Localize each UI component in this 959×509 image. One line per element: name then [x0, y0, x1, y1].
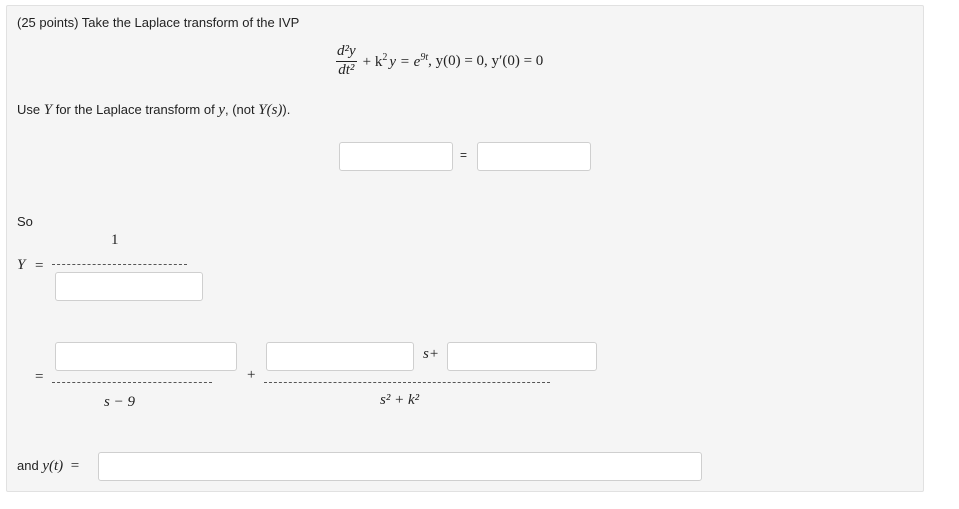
first-denominator: s − 9 [104, 394, 135, 410]
equation-part-a: + k2 [362, 51, 388, 70]
second-numerator-input-a[interactable] [266, 342, 414, 371]
derivative-fraction: d²y dt² [336, 43, 357, 79]
transform-left-input[interactable] [339, 142, 453, 171]
first-numerator-input[interactable] [55, 342, 237, 371]
question-intro: (25 points) Take the Laplace transform o… [17, 15, 300, 30]
Y-fraction-bar [52, 264, 187, 265]
instruction-end: ). [282, 102, 291, 117]
transform-equals-sign: = [460, 148, 468, 162]
instruction-prefix: Use [17, 102, 41, 117]
transform-right-input[interactable] [477, 142, 591, 171]
instruction-y: y [218, 102, 225, 118]
equation-initial-conditions: , y(0) = 0, y′(0) = 0 [428, 52, 544, 69]
instruction-not: , (not [225, 102, 255, 117]
Y-label: Y [17, 257, 26, 273]
instruction-line: Use Y for the Laplace transform of y, (n… [17, 102, 290, 119]
so-label: So [17, 214, 33, 229]
answer-input[interactable] [98, 452, 702, 481]
instruction-mid: for the Laplace transform of [55, 102, 215, 117]
ivp-equation: d²y dt² + k2 y = e9t , y(0) = 0, y′(0) =… [336, 43, 544, 79]
plus-sign: + [247, 367, 256, 383]
s-plus-label: s+ [423, 346, 439, 362]
Y-denominator-input[interactable] [55, 272, 203, 301]
second-fraction-bar [264, 382, 550, 383]
instruction-Ys: Y(s) [258, 102, 283, 118]
derivative-denominator: dt² [338, 61, 355, 78]
answer-label: and y(t) = [17, 458, 79, 475]
Y-equals-sign: = [35, 258, 44, 274]
equation-part-b: y = e9t [389, 51, 429, 70]
answer-y-of-t: y(t) [42, 458, 64, 474]
partial-equals-sign: = [35, 369, 44, 385]
Y-numerator-one: 1 [111, 232, 119, 248]
first-fraction-bar [52, 382, 212, 383]
instruction-Y: Y [43, 102, 53, 118]
second-numerator-input-b[interactable] [447, 342, 597, 371]
derivative-numerator: d²y [337, 43, 356, 59]
answer-equals-sign: = [70, 458, 80, 474]
second-denominator: s² + k² [380, 392, 420, 408]
answer-prefix: and [17, 458, 39, 473]
